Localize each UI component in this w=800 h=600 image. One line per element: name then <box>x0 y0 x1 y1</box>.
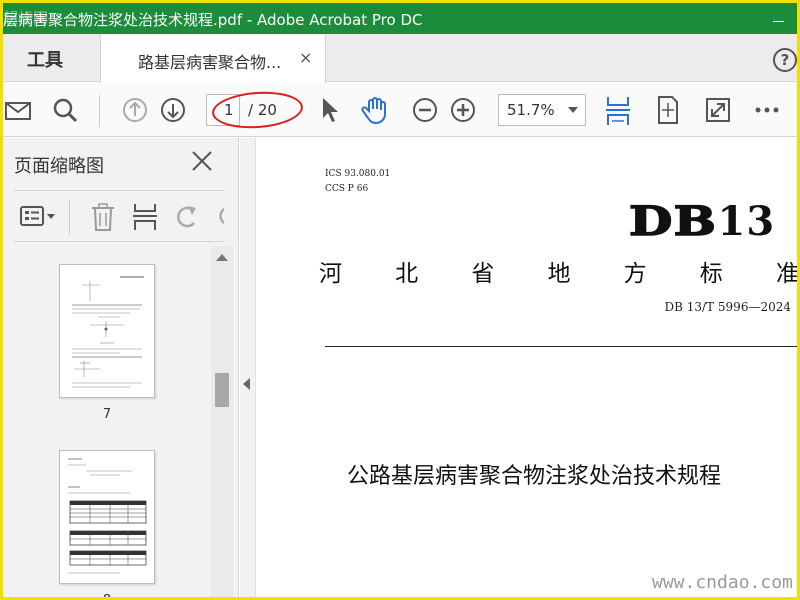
thumbnail-page-number: 7 <box>102 407 112 422</box>
hand-tool-icon[interactable] <box>361 95 391 125</box>
trash-icon[interactable] <box>90 203 116 235</box>
thumbnail-scrollbar[interactable] <box>211 246 233 597</box>
heading-char: 地 <box>547 261 571 287</box>
tab-document[interactable]: 路基层病害聚合物... × <box>100 34 326 83</box>
ics-code: ICS 93.080.01 <box>325 169 391 179</box>
thumbnail-page-number: 8 <box>59 593 155 597</box>
header-rule <box>325 346 797 347</box>
fit-width-icon[interactable] <box>604 95 632 125</box>
extract-page-icon[interactable] <box>132 203 158 235</box>
scroll-up-arrow-icon[interactable] <box>216 254 228 261</box>
previous-page-icon[interactable] <box>121 95 149 125</box>
page-thumbnails-panel: 页面缩略图 7 <box>3 138 239 597</box>
heading-char: 北 <box>395 261 419 287</box>
page-scroll-icon[interactable] <box>655 95 681 125</box>
zoom-out-icon[interactable] <box>411 95 439 125</box>
heading-char: 标 <box>699 261 723 287</box>
tab-bar: 工具 路基层病害聚合物... × ? <box>3 34 797 83</box>
toolbar-divider <box>69 199 70 235</box>
scrollbar-thumb[interactable] <box>215 373 229 407</box>
logo-db-text: DB <box>628 197 718 246</box>
zoom-select[interactable]: 51.7% <box>498 94 586 126</box>
site-watermark: www.cndao.com <box>652 572 793 593</box>
document-title: 公路基层病害聚合物注浆处治技术规程 <box>347 464 722 489</box>
close-icon[interactable] <box>191 150 213 172</box>
standard-code: DB 13/T 5996—2024 <box>664 300 791 314</box>
tab-close-icon[interactable]: × <box>299 48 312 67</box>
chevron-down-icon <box>568 107 578 113</box>
search-icon[interactable] <box>51 95 79 125</box>
acrobat-window: 层病害聚合物注浆处治技术规程.pdf - Adobe Acrobat Pro D… <box>3 3 797 597</box>
full-screen-icon[interactable] <box>705 95 731 125</box>
window-title: 层病害聚合物注浆处治技术规程.pdf - Adobe Acrobat Pro D… <box>3 11 423 29</box>
db-standard-logo: DB13 <box>628 197 776 246</box>
heading-char: 河 <box>319 261 342 287</box>
next-page-icon[interactable] <box>159 95 187 125</box>
title-bar: 层病害聚合物注浆处治技术规程.pdf - Adobe Acrobat Pro D… <box>3 3 797 34</box>
more-options-icon[interactable] <box>754 95 780 125</box>
collapse-arrow-icon[interactable] <box>243 378 250 390</box>
tab-document-label: 路基层病害聚合物... <box>138 53 282 72</box>
main-toolbar: 1 / 20 51.7% <box>3 83 797 137</box>
document-view[interactable]: ICS 93.080.01 CCS P 66 DB13 河 北 省 地 方 标 … <box>257 138 797 597</box>
heading-char: 省 <box>471 261 495 287</box>
ccs-code: CCS P 66 <box>325 184 369 194</box>
minimize-button[interactable] <box>769 9 789 27</box>
toolbar-divider <box>99 95 100 127</box>
tab-tools[interactable]: 工具 <box>3 34 99 82</box>
rotate-counterclockwise-icon[interactable] <box>174 203 200 235</box>
heading-char: 方 <box>623 261 647 287</box>
thumbnail-list: 7 <box>3 244 213 597</box>
heading-char: 准 <box>775 261 797 287</box>
help-icon[interactable]: ? <box>773 48 797 72</box>
corner-watermark: 超标网 <box>3 9 49 27</box>
rotate-clockwise-icon[interactable] <box>212 203 224 235</box>
standard-type-heading: 河 北 省 地 方 标 准 <box>319 254 797 288</box>
page-thumbnail[interactable] <box>59 450 155 584</box>
thumbnail-toolbar <box>14 190 224 242</box>
thumbnail-options-icon[interactable] <box>20 205 58 233</box>
select-cursor-icon[interactable] <box>319 95 341 125</box>
zoom-in-icon[interactable] <box>449 95 477 125</box>
page-thumbnail[interactable] <box>59 264 155 398</box>
zoom-value: 51.7% <box>507 101 555 119</box>
panel-collapse-strip[interactable] <box>240 138 256 597</box>
email-icon[interactable] <box>5 95 31 125</box>
panel-title: 页面缩略图 <box>14 156 104 177</box>
logo-number: 13 <box>717 198 776 245</box>
